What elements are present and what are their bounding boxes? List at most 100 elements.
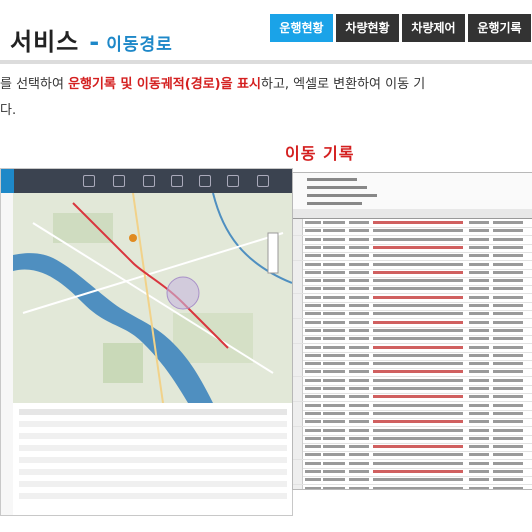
sheet-cell	[493, 403, 523, 407]
sheet-cell	[349, 337, 369, 341]
sheet-cell	[373, 387, 463, 390]
sheet-cell	[349, 270, 369, 274]
table-row[interactable]	[19, 433, 287, 439]
description-text: 를 선택하여 운행기록 및 이동궤적(경로)을 표시하고, 엑셀로 변환하여 이…	[0, 72, 425, 124]
sheet-cell	[373, 345, 463, 349]
row-number	[293, 318, 303, 327]
sheet-cell	[469, 328, 489, 332]
sheet-cell	[493, 486, 523, 489]
sheet-cell	[305, 337, 321, 341]
description-line-2: 다.	[0, 103, 17, 118]
sheet-cell	[493, 378, 523, 382]
excel-sheet-screenshot	[292, 172, 532, 490]
map-tool-icon	[171, 175, 183, 187]
sheet-cell	[373, 378, 463, 382]
row-number	[293, 360, 303, 369]
sheet-cell	[493, 320, 523, 324]
sheet-cell	[493, 428, 523, 432]
sheet-cell	[469, 486, 489, 489]
row-number	[293, 385, 303, 393]
sheet-cell	[373, 229, 463, 233]
sheet-cell	[349, 478, 369, 482]
sheet-cell	[373, 279, 463, 283]
sheet-cell	[373, 403, 463, 407]
table-row[interactable]	[19, 469, 287, 475]
sheet-cell	[323, 362, 345, 366]
sheet-cell	[323, 279, 345, 283]
sheet-cell	[323, 337, 345, 341]
sheet-cell	[323, 245, 345, 249]
sheet-cell	[349, 486, 369, 489]
table-row[interactable]	[19, 481, 287, 487]
row-number	[293, 443, 303, 452]
sheet-cell	[305, 221, 321, 224]
sheet-cell	[469, 320, 489, 324]
sheet-cell	[469, 445, 489, 449]
description-highlight: 운행기록 및 이동궤적(경로)을 표시	[68, 77, 261, 92]
row-number	[293, 335, 303, 344]
sheet-cell	[469, 453, 489, 457]
tab-driving-log[interactable]: 운행기록	[468, 14, 531, 42]
row-number	[293, 252, 303, 261]
row-number	[293, 376, 303, 385]
sheet-cell	[349, 221, 369, 224]
sheet-cell	[469, 478, 489, 482]
sheet-cell	[323, 445, 345, 449]
sheet-cell	[373, 304, 463, 307]
sheet-cell	[469, 436, 489, 440]
row-number	[293, 393, 303, 402]
sheet-cell	[373, 320, 463, 324]
sheet-cell	[323, 312, 345, 316]
sheet-cell	[349, 320, 369, 324]
row-number	[293, 401, 303, 410]
sheet-cell	[469, 312, 489, 316]
table-row[interactable]	[19, 445, 287, 451]
tab-driving-status[interactable]: 운행현황	[270, 14, 333, 42]
sheet-cell	[493, 436, 523, 440]
sheet-cell	[323, 478, 345, 482]
sheet-cell	[493, 221, 523, 224]
header-divider	[0, 60, 532, 64]
sheet-cell	[305, 461, 321, 465]
sheet-cell	[349, 461, 369, 465]
sheet-cell	[469, 411, 489, 415]
table-row[interactable]	[19, 421, 287, 427]
sheet-cell	[349, 403, 369, 407]
sheet-cell	[493, 470, 523, 473]
route-map	[13, 193, 292, 403]
tab-vehicle-status[interactable]: 차량현황	[336, 14, 399, 42]
sheet-cell	[349, 245, 369, 249]
sheet-cell	[305, 353, 321, 357]
sheet-cell	[493, 304, 523, 307]
nav-tabs: 운행현황 차량현황 차량제어 운행기록	[270, 14, 531, 42]
sheet-cell	[349, 428, 369, 432]
sheet-cell	[323, 345, 345, 349]
table-row[interactable]	[19, 457, 287, 463]
sheet-cell	[373, 395, 463, 399]
sheet-cell	[305, 279, 321, 283]
sheet-cell	[493, 262, 523, 266]
page-title: 서비스 - 이동경로	[10, 22, 173, 57]
sheet-cell	[305, 245, 321, 249]
row-number	[293, 476, 303, 485]
row-number	[293, 293, 303, 302]
sheet-cell	[305, 428, 321, 432]
table-row[interactable]	[19, 493, 287, 499]
row-number	[293, 409, 303, 418]
tab-vehicle-control[interactable]: 차량제어	[402, 14, 465, 42]
sheet-cell	[373, 328, 463, 332]
sheet-cell	[493, 478, 523, 482]
sheet-cell	[349, 295, 369, 299]
sheet-cell	[493, 362, 523, 366]
sheet-cell	[469, 428, 489, 432]
sheet-cell	[349, 262, 369, 266]
row-number	[293, 434, 303, 443]
sheet-cell	[323, 328, 345, 332]
sheet-cell	[305, 229, 321, 233]
sheet-cell	[349, 420, 369, 424]
sheet-cell	[493, 420, 523, 424]
sheet-cell	[373, 436, 463, 440]
sheet-cell	[493, 229, 523, 233]
sheet-cell	[323, 453, 345, 457]
sheet-cell	[373, 445, 463, 449]
